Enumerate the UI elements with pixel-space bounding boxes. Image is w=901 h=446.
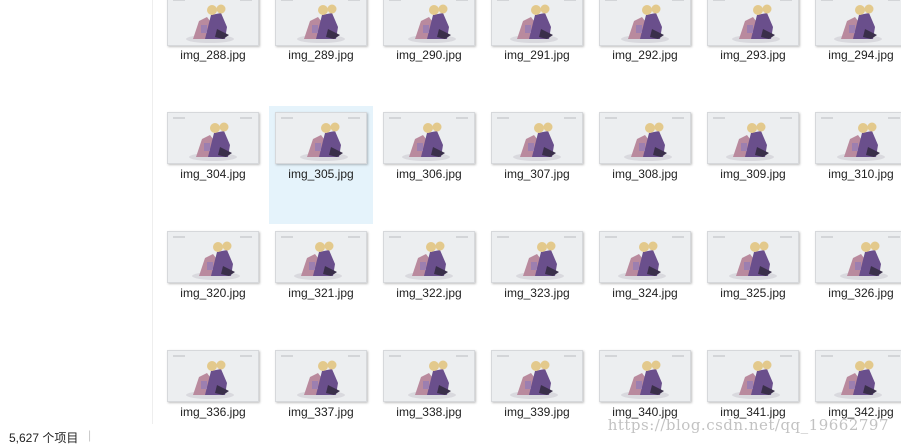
file-name-label: img_307.jpg <box>504 167 570 181</box>
file-item[interactable]: img_321.jpg <box>269 225 373 343</box>
file-name-label: img_310.jpg <box>828 167 894 181</box>
file-name-label: img_322.jpg <box>396 286 462 300</box>
file-name-label: img_292.jpg <box>612 48 678 62</box>
jpg-thumbnail-icon <box>599 0 691 46</box>
jpg-thumbnail-icon <box>383 231 475 283</box>
jpg-thumbnail-icon <box>707 112 799 164</box>
file-item[interactable]: img_320.jpg <box>161 225 265 343</box>
jpg-thumbnail-icon <box>599 350 691 402</box>
file-name-label: img_338.jpg <box>396 405 462 419</box>
jpg-thumbnail-icon <box>815 231 901 283</box>
file-name-label: img_305.jpg <box>288 167 354 181</box>
item-count: 5,627 个项目 <box>9 431 79 445</box>
file-name-label: img_325.jpg <box>720 286 786 300</box>
jpg-thumbnail-icon <box>599 112 691 164</box>
file-name-label: img_336.jpg <box>180 405 246 419</box>
status-separator: | <box>88 428 92 442</box>
file-name-label: img_289.jpg <box>288 48 354 62</box>
file-item[interactable]: img_326.jpg <box>809 225 901 343</box>
jpg-thumbnail-icon <box>167 231 259 283</box>
file-item[interactable]: img_309.jpg <box>701 106 805 224</box>
jpg-thumbnail-icon <box>491 112 583 164</box>
file-item[interactable]: img_291.jpg <box>485 0 589 106</box>
jpg-thumbnail-icon <box>815 0 901 46</box>
file-item[interactable]: img_342.jpg <box>809 344 901 424</box>
file-name-label: img_288.jpg <box>180 48 246 62</box>
file-name-label: img_337.jpg <box>288 405 354 419</box>
file-item[interactable]: img_310.jpg <box>809 106 901 224</box>
file-item[interactable]: img_338.jpg <box>377 344 481 424</box>
file-name-label: img_308.jpg <box>612 167 678 181</box>
jpg-thumbnail-icon <box>815 112 901 164</box>
file-explorer-window: img_288.jpg img_289.jpg img_290.jpg img_291… <box>0 0 901 446</box>
file-name-label: img_320.jpg <box>180 286 246 300</box>
jpg-thumbnail-icon <box>275 0 367 46</box>
file-name-label: img_306.jpg <box>396 167 462 181</box>
file-item[interactable]: img_323.jpg <box>485 225 589 343</box>
jpg-thumbnail-icon <box>707 0 799 46</box>
jpg-thumbnail-icon <box>491 231 583 283</box>
file-item[interactable]: img_294.jpg <box>809 0 901 106</box>
file-name-label: img_290.jpg <box>396 48 462 62</box>
jpg-thumbnail-icon <box>167 350 259 402</box>
jpg-thumbnail-icon <box>707 231 799 283</box>
file-name-label: img_294.jpg <box>828 48 894 62</box>
file-item[interactable]: img_340.jpg <box>593 344 697 424</box>
file-item[interactable]: img_293.jpg <box>701 0 805 106</box>
jpg-thumbnail-icon <box>167 112 259 164</box>
file-item[interactable]: img_308.jpg <box>593 106 697 224</box>
jpg-thumbnail-icon <box>815 350 901 402</box>
file-grid[interactable]: img_288.jpg img_289.jpg img_290.jpg img_291… <box>153 0 901 424</box>
file-name-label: img_321.jpg <box>288 286 354 300</box>
file-name-label: img_304.jpg <box>180 167 246 181</box>
file-name-label: img_323.jpg <box>504 286 570 300</box>
file-item[interactable]: img_322.jpg <box>377 225 481 343</box>
file-name-label: img_293.jpg <box>720 48 786 62</box>
file-item[interactable]: img_324.jpg <box>593 225 697 343</box>
navigation-pane[interactable] <box>0 0 153 424</box>
jpg-thumbnail-icon <box>491 0 583 46</box>
file-item[interactable]: img_341.jpg <box>701 344 805 424</box>
file-item[interactable]: img_325.jpg <box>701 225 805 343</box>
file-item[interactable]: img_290.jpg <box>377 0 481 106</box>
jpg-thumbnail-icon <box>383 112 475 164</box>
file-item[interactable]: img_304.jpg <box>161 106 265 224</box>
watermark-text: https://blog.csdn.net/qq_19662797 <box>607 416 889 434</box>
file-item[interactable]: img_337.jpg <box>269 344 373 424</box>
file-name-label: img_326.jpg <box>828 286 894 300</box>
file-item[interactable]: img_292.jpg <box>593 0 697 106</box>
file-item[interactable]: img_307.jpg <box>485 106 589 224</box>
jpg-thumbnail-icon <box>383 350 475 402</box>
file-name-label: img_291.jpg <box>504 48 570 62</box>
jpg-thumbnail-icon <box>275 350 367 402</box>
file-name-label: img_309.jpg <box>720 167 786 181</box>
file-name-label: img_339.jpg <box>504 405 570 419</box>
file-item[interactable]: img_306.jpg <box>377 106 481 224</box>
file-name-label: img_324.jpg <box>612 286 678 300</box>
jpg-thumbnail-icon <box>275 112 367 164</box>
file-item[interactable]: img_288.jpg <box>161 0 265 106</box>
jpg-thumbnail-icon <box>491 350 583 402</box>
jpg-thumbnail-icon <box>383 0 475 46</box>
file-item[interactable]: img_339.jpg <box>485 344 589 424</box>
jpg-thumbnail-icon <box>707 350 799 402</box>
file-item[interactable]: img_336.jpg <box>161 344 265 424</box>
jpg-thumbnail-icon <box>167 0 259 46</box>
jpg-thumbnail-icon <box>275 231 367 283</box>
file-item[interactable]: img_305.jpg <box>269 106 373 224</box>
file-item[interactable]: img_289.jpg <box>269 0 373 106</box>
jpg-thumbnail-icon <box>599 231 691 283</box>
